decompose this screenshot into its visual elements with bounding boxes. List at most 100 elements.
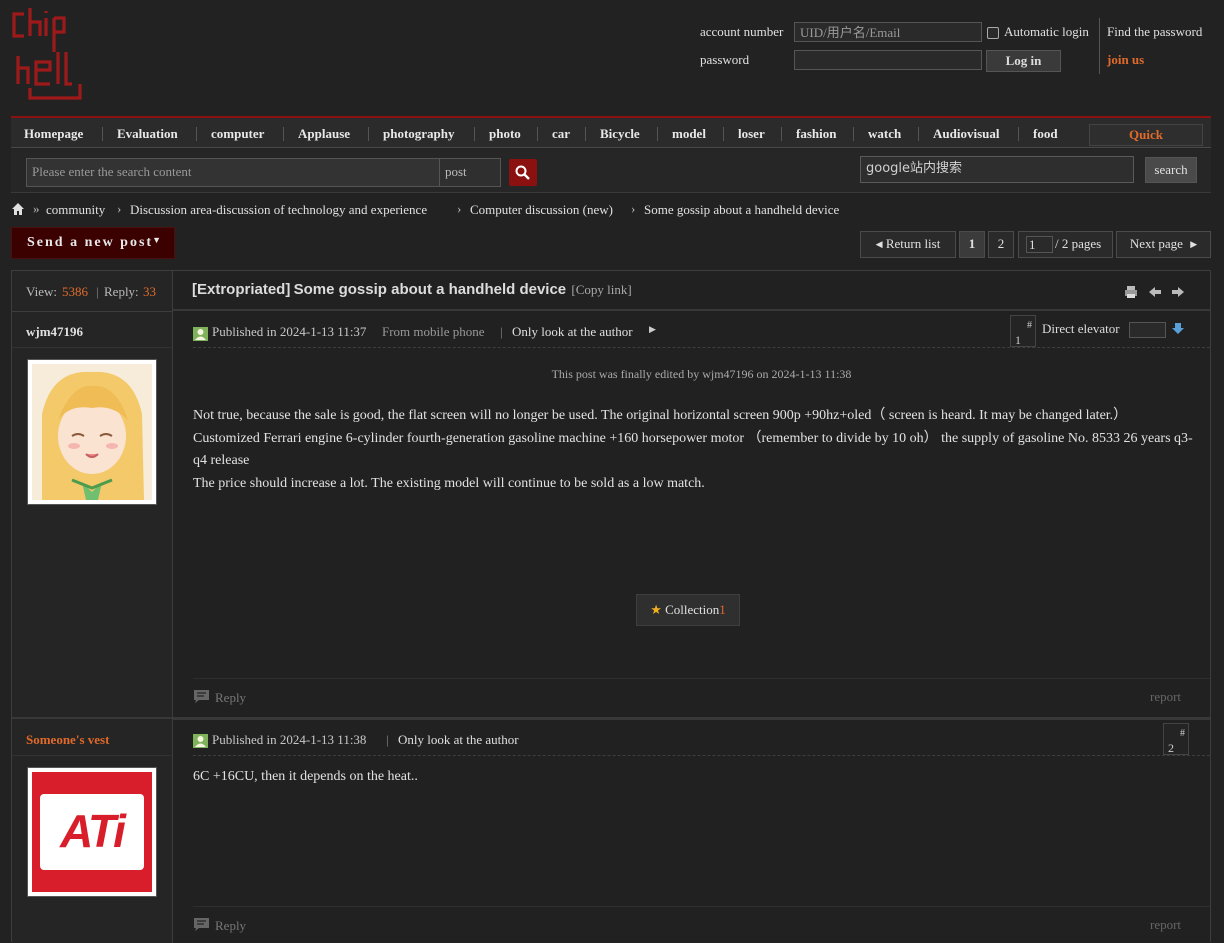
replies-label: Reply: (104, 284, 139, 299)
reply-button[interactable]: Reply (215, 918, 246, 934)
nav-homepage[interactable]: Homepage (24, 126, 83, 142)
search-button[interactable] (509, 159, 537, 186)
author-name[interactable]: wjm47196 (26, 324, 83, 340)
nav-audiovisual[interactable]: Audiovisual (933, 126, 999, 142)
find-password-link[interactable]: Find the password (1107, 24, 1202, 40)
collection-button[interactable]: ★ Collection1 (636, 594, 740, 626)
next-page-button[interactable]: Next page ▶ (1116, 231, 1211, 258)
author-divider (12, 755, 172, 756)
search-bar: Please enter the search content post goo… (11, 149, 1211, 193)
author-divider (12, 347, 172, 348)
reply-icon[interactable] (193, 917, 210, 932)
go-down-icon[interactable] (1171, 322, 1185, 336)
thread-title-bar: [Extropriated] Some gossip about a handh… (192, 281, 632, 298)
caret-down-icon: ▼ (152, 235, 162, 245)
post-header-divider (193, 755, 1210, 756)
floor-number[interactable]: # 2 (1163, 723, 1189, 755)
print-icon[interactable] (1124, 285, 1138, 299)
new-post-label: Send a new post (27, 235, 154, 250)
nav-model[interactable]: model (672, 126, 706, 142)
page-1-button[interactable]: 1 (959, 231, 985, 258)
join-us-link[interactable]: join us (1107, 52, 1144, 68)
nav-computer[interactable]: computer (211, 126, 264, 142)
breadcrumb-separator: › (117, 201, 122, 216)
quick-nav-button[interactable]: Quick (1089, 124, 1203, 146)
nav-applause[interactable]: Applause (298, 126, 350, 142)
replies-count: 33 (143, 284, 156, 299)
next-thread-icon[interactable] (1171, 285, 1185, 299)
search-type-select[interactable]: post (439, 158, 501, 187)
floor-number[interactable]: # 1 (1010, 315, 1036, 347)
chiphell-logo[interactable] (10, 8, 94, 104)
post-source: From mobile phone (382, 324, 485, 339)
floor-num: 2 (1168, 741, 1174, 755)
nav-photo[interactable]: photo (489, 126, 521, 142)
auto-login-label: Automatic login (1004, 24, 1089, 39)
new-post-button[interactable]: Send a new post▼ (11, 227, 175, 259)
account-input[interactable]: UID/用户名/Email (794, 22, 982, 42)
avatar[interactable]: ATi (27, 767, 157, 897)
author-column: View: 5386 | Reply: 33 wjm47196 Someone'… (12, 271, 173, 943)
nav-separator (853, 127, 854, 141)
google-search-button[interactable]: search (1145, 157, 1197, 183)
return-list-button[interactable]: ◀ Return list (860, 231, 956, 258)
breadcrumb-computer-discussion[interactable]: Computer discussion (new) (470, 202, 613, 218)
ati-logo-avatar: ATi (32, 772, 152, 892)
nav-separator (368, 127, 369, 141)
post-line: The price should increase a lot. The exi… (193, 476, 705, 491)
avatar[interactable] (27, 359, 157, 505)
nav-evaluation[interactable]: Evaluation (117, 126, 178, 142)
home-icon[interactable] (11, 202, 25, 216)
author-name[interactable]: Someone's vest (26, 732, 109, 748)
breadcrumb-current-thread[interactable]: Some gossip about a handheld device (644, 202, 839, 218)
breadcrumb-community[interactable]: community (46, 202, 105, 218)
password-input[interactable] (794, 50, 982, 70)
report-button[interactable]: report (1150, 917, 1181, 933)
nav-fashion[interactable]: fashion (796, 126, 836, 142)
post-header-divider (193, 347, 1210, 348)
breadcrumb-separator: » (33, 201, 40, 216)
only-author-link[interactable]: Only look at the author (398, 732, 519, 748)
page-jump-input[interactable]: 1 (1026, 236, 1053, 253)
nav-watch[interactable]: watch (868, 126, 901, 142)
post-line: 6C +16CU, then it depends on the heat.. (193, 769, 418, 784)
next-page-label: Next page (1129, 236, 1183, 251)
page-2-button[interactable]: 2 (988, 231, 1014, 258)
login-button[interactable]: Log in (986, 50, 1061, 72)
nav-separator (196, 127, 197, 141)
meta-divider: | (500, 324, 503, 339)
nav-car[interactable]: car (552, 126, 570, 142)
direct-elevator-input[interactable] (1129, 322, 1166, 338)
previous-thread-icon[interactable] (1148, 285, 1162, 299)
post-divider (12, 717, 172, 719)
arrow-right-icon: ▶ (1190, 239, 1198, 249)
reply-icon[interactable] (193, 689, 210, 704)
google-search-input[interactable]: google站内搜索 (860, 156, 1134, 183)
nav-bicycle[interactable]: Bicycle (600, 126, 640, 142)
anime-girl-avatar (32, 364, 152, 500)
copy-link-button[interactable]: [Copy link] (571, 282, 631, 297)
breadcrumb-discussion-area[interactable]: Discussion area-discussion of technology… (130, 202, 427, 218)
breadcrumb-separator: › (457, 201, 462, 216)
nav-separator (723, 127, 724, 141)
post-footer-divider (193, 678, 1210, 679)
nav-separator (1018, 127, 1019, 141)
views-label: View: (26, 284, 57, 299)
thread-stats: View: 5386 | Reply: 33 (12, 271, 172, 312)
views-count: 5386 (62, 284, 88, 299)
report-button[interactable]: report (1150, 689, 1181, 705)
search-icon (515, 165, 530, 180)
nav-photography[interactable]: photography (383, 126, 455, 142)
post-content: Not true, because the sale is good, the … (193, 405, 1193, 495)
nav-food[interactable]: food (1033, 126, 1058, 142)
thread-container: View: 5386 | Reply: 33 wjm47196 Someone'… (11, 270, 1211, 943)
auto-login-checkbox[interactable] (987, 27, 999, 39)
search-input[interactable]: Please enter the search content (26, 158, 440, 187)
floor-hash: # (1180, 728, 1185, 739)
nav-loser[interactable]: loser (738, 126, 765, 142)
reply-button[interactable]: Reply (215, 690, 246, 706)
arrow-right-icon: ▶ (649, 324, 656, 334)
post-footer-divider (193, 906, 1210, 907)
only-author-link[interactable]: Only look at the author (512, 324, 633, 340)
thread-tag[interactable]: [Extropriated] (192, 281, 290, 298)
